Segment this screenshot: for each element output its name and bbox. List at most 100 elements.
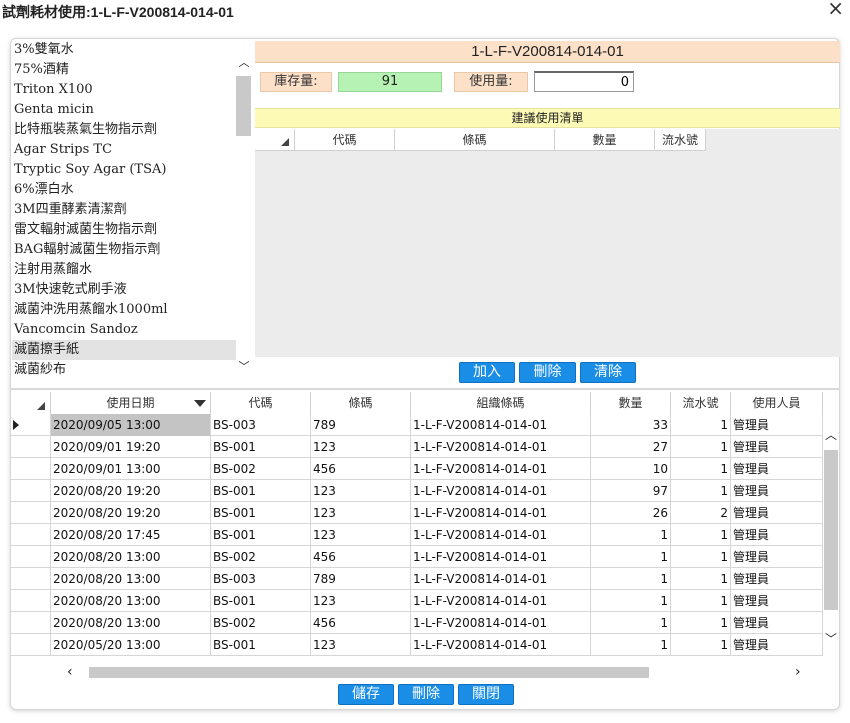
cell-tissue-barcode[interactable]: 1-L-F-V200814-014-01 xyxy=(411,458,591,480)
cell-code[interactable]: BS-002 xyxy=(211,612,311,634)
suggest-grid[interactable]: 代碼 條碼 數量 流水號 xyxy=(255,129,840,357)
cell-serial[interactable]: 1 xyxy=(671,612,731,634)
column-header-tissue-barcode[interactable]: 組織條碼 xyxy=(411,392,591,414)
cell-user[interactable]: 管理員 xyxy=(731,546,823,568)
scroll-right-icon[interactable]: › xyxy=(795,664,801,680)
splitter[interactable] xyxy=(11,388,840,390)
list-item[interactable]: 雷文輻射滅菌生物指示劑 xyxy=(12,220,236,240)
cell-user[interactable]: 管理員 xyxy=(731,458,823,480)
table-row[interactable]: 2020/08/20 19:20 BS-001 123 1-L-F-V200814-0… xyxy=(11,480,823,502)
list-scrollbar[interactable]: ︿ ﹀ xyxy=(236,42,252,378)
row-header[interactable] xyxy=(11,480,51,502)
cell-serial[interactable]: 1 xyxy=(671,546,731,568)
table-row[interactable]: 2020/09/01 19:20 BS-001 123 1-L-F-V200814-0… xyxy=(11,436,823,458)
close-icon[interactable]: × xyxy=(827,0,844,18)
cell-user[interactable]: 管理員 xyxy=(731,524,823,546)
column-header-code[interactable]: 代碼 xyxy=(211,392,311,414)
cell-code[interactable]: BS-002 xyxy=(211,458,311,480)
cell-barcode[interactable]: 456 xyxy=(311,546,411,568)
cell-code[interactable]: BS-001 xyxy=(211,590,311,612)
cell-quantity[interactable]: 1 xyxy=(591,524,671,546)
list-item[interactable]: Genta micin xyxy=(12,100,236,120)
cell-tissue-barcode[interactable]: 1-L-F-V200814-014-01 xyxy=(411,546,591,568)
log-scroll-thumb[interactable] xyxy=(824,450,838,610)
column-header-barcode[interactable]: 條碼 xyxy=(395,129,555,151)
list-item[interactable]: 滅菌紗布 xyxy=(12,360,236,380)
cell-code[interactable]: BS-001 xyxy=(211,436,311,458)
list-item[interactable]: 注射用蒸餾水 xyxy=(12,260,236,280)
cell-serial[interactable]: 1 xyxy=(671,480,731,502)
cell-barcode[interactable]: 123 xyxy=(311,524,411,546)
cell-date[interactable]: 2020/05/20 13:00 xyxy=(51,634,211,656)
list-item[interactable]: Vancomcin Sandoz xyxy=(12,320,236,340)
cell-tissue-barcode[interactable]: 1-L-F-V200814-014-01 xyxy=(411,590,591,612)
list-item[interactable]: Triton X100 xyxy=(12,80,236,100)
cell-barcode[interactable]: 123 xyxy=(311,480,411,502)
add-button[interactable]: 加入 xyxy=(459,362,515,383)
cell-barcode[interactable]: 123 xyxy=(311,436,411,458)
column-header-quantity[interactable]: 數量 xyxy=(591,392,671,414)
cell-tissue-barcode[interactable]: 1-L-F-V200814-014-01 xyxy=(411,502,591,524)
table-row[interactable]: 2020/08/20 17:45 BS-001 123 1-L-F-V200814-0… xyxy=(11,524,823,546)
clear-button[interactable]: 清除 xyxy=(580,362,636,383)
table-row[interactable]: 2020/08/20 13:00 BS-002 456 1-L-F-V200814-0… xyxy=(11,546,823,568)
cell-code[interactable]: BS-001 xyxy=(211,502,311,524)
column-header-barcode[interactable]: 條碼 xyxy=(311,392,411,414)
row-header[interactable] xyxy=(11,546,51,568)
cell-tissue-barcode[interactable]: 1-L-F-V200814-014-01 xyxy=(411,436,591,458)
list-item[interactable]: Agar Strips TC xyxy=(12,140,236,160)
table-row[interactable]: 2020/09/05 13:00 BS-003 789 1-L-F-V200814-0… xyxy=(11,414,823,436)
row-header[interactable] xyxy=(11,436,51,458)
cell-quantity[interactable]: 33 xyxy=(591,414,671,436)
cell-quantity[interactable]: 1 xyxy=(591,568,671,590)
cell-tissue-barcode[interactable]: 1-L-F-V200814-014-01 xyxy=(411,612,591,634)
cell-date[interactable]: 2020/08/20 13:00 xyxy=(51,546,211,568)
cell-code[interactable]: BS-003 xyxy=(211,414,311,436)
cell-tissue-barcode[interactable]: 1-L-F-V200814-014-01 xyxy=(411,568,591,590)
usage-log-grid[interactable]: 使用日期 代碼 條碼 組織條碼 數量 流水號 使用人員 2020/09/05 1… xyxy=(11,392,823,664)
list-item[interactable]: 3%雙氧水 xyxy=(12,40,236,60)
column-header-serial[interactable]: 流水號 xyxy=(655,129,706,151)
cell-serial[interactable]: 1 xyxy=(671,458,731,480)
cell-serial[interactable]: 1 xyxy=(671,436,731,458)
cell-user[interactable]: 管理員 xyxy=(731,436,823,458)
cell-date[interactable]: 2020/08/20 17:45 xyxy=(51,524,211,546)
column-header-serial[interactable]: 流水號 xyxy=(671,392,731,414)
cell-user[interactable]: 管理員 xyxy=(731,568,823,590)
cell-user[interactable]: 管理員 xyxy=(731,634,823,656)
cell-date[interactable]: 2020/08/20 19:20 xyxy=(51,502,211,524)
cell-date[interactable]: 2020/08/20 13:00 xyxy=(51,590,211,612)
cell-quantity[interactable]: 1 xyxy=(591,546,671,568)
delete-button[interactable]: 刪除 xyxy=(398,684,454,705)
list-item[interactable]: 比特瓶裝蒸氣生物指示劑 xyxy=(12,120,236,140)
row-header[interactable] xyxy=(11,612,51,634)
cell-quantity[interactable]: 27 xyxy=(591,436,671,458)
cell-quantity[interactable]: 10 xyxy=(591,458,671,480)
cell-date[interactable]: 2020/09/05 13:00 xyxy=(51,414,211,436)
row-header[interactable] xyxy=(11,634,51,656)
log-hscroll-thumb[interactable] xyxy=(89,667,649,678)
cell-date[interactable]: 2020/08/20 19:20 xyxy=(51,480,211,502)
row-header[interactable] xyxy=(11,502,51,524)
cell-quantity[interactable]: 1 xyxy=(591,590,671,612)
cell-serial[interactable]: 1 xyxy=(671,634,731,656)
table-row[interactable]: 2020/08/20 13:00 BS-002 456 1-L-F-V200814-0… xyxy=(11,612,823,634)
table-row[interactable]: 2020/08/20 13:00 BS-001 123 1-L-F-V200814-0… xyxy=(11,590,823,612)
cell-code[interactable]: BS-002 xyxy=(211,546,311,568)
list-item[interactable]: Tryptic Soy Agar (TSA) xyxy=(12,160,236,180)
cell-serial[interactable]: 1 xyxy=(671,414,731,436)
cell-date[interactable]: 2020/09/01 19:20 xyxy=(51,436,211,458)
scroll-down-icon[interactable]: ﹀ xyxy=(823,630,839,647)
cell-quantity[interactable]: 26 xyxy=(591,502,671,524)
list-item[interactable]: 3M快速乾式刷手液 xyxy=(12,280,236,300)
row-header[interactable] xyxy=(11,458,51,480)
cell-code[interactable]: BS-001 xyxy=(211,634,311,656)
cell-barcode[interactable]: 123 xyxy=(311,590,411,612)
list-scroll-thumb[interactable] xyxy=(236,76,251,136)
cell-tissue-barcode[interactable]: 1-L-F-V200814-014-01 xyxy=(411,524,591,546)
cell-code[interactable]: BS-001 xyxy=(211,480,311,502)
column-header-quantity[interactable]: 數量 xyxy=(555,129,655,151)
scroll-up-icon[interactable]: ︿ xyxy=(823,426,839,443)
log-vertical-scrollbar[interactable]: ︿ ﹀ xyxy=(823,424,839,656)
cell-user[interactable]: 管理員 xyxy=(731,502,823,524)
